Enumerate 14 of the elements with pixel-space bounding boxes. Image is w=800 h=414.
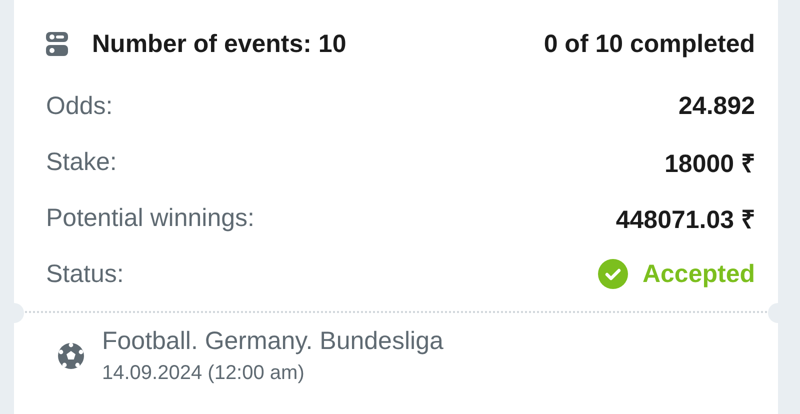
football-icon (58, 343, 84, 369)
status-value: Accepted (642, 260, 755, 288)
toggle-list-icon (46, 32, 68, 56)
progress-text: 0 of 10 completed (544, 30, 755, 58)
detail-label: Stake: (46, 148, 117, 176)
event-date: 14.09.2024 (12:00 am) (102, 362, 306, 385)
events-count: Number of events: 10 (92, 30, 346, 58)
detail-label: Odds: (46, 92, 113, 120)
detail-value: 448071.03 ₹ (616, 205, 755, 235)
detail-value: 18000 ₹ (664, 149, 755, 179)
detail-value: 24.892 (678, 92, 755, 120)
detail-label: Potential winnings: (46, 204, 254, 232)
event-title: Football. Germany. Bundesliga (102, 327, 444, 356)
detail-label: Status: (46, 260, 124, 288)
